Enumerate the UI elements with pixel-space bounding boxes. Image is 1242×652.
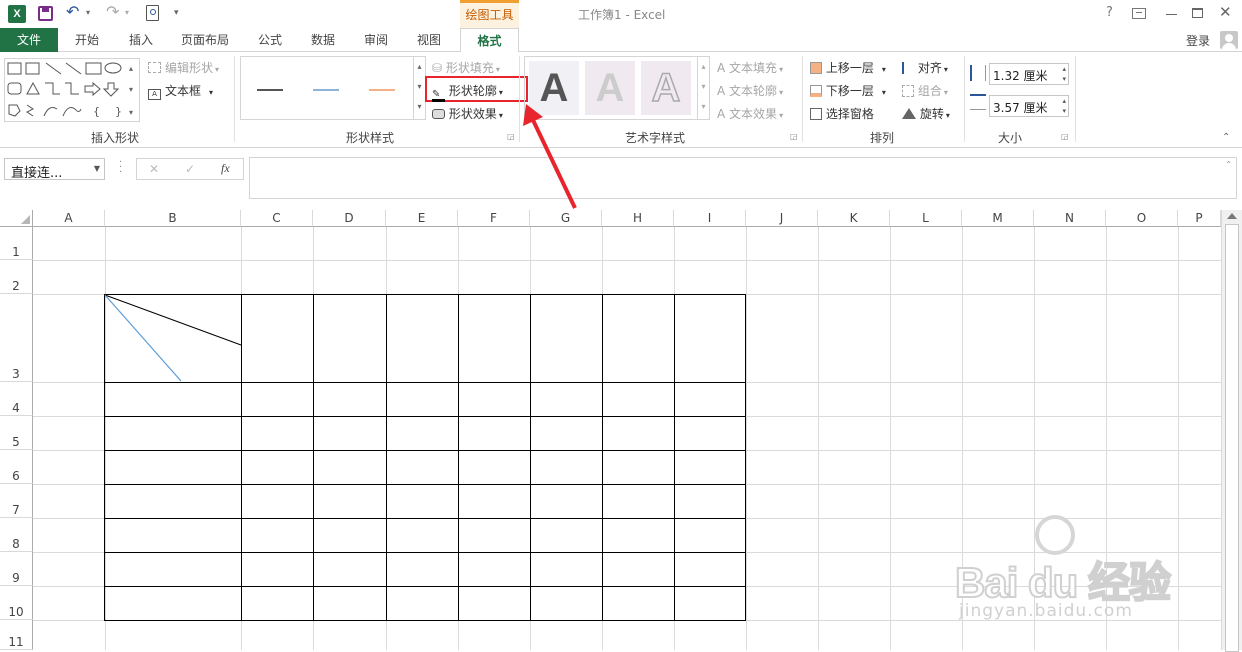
scroll-up-icon[interactable] xyxy=(1227,213,1237,219)
watermark-url: jingyan.baidu.com xyxy=(959,601,1133,621)
vertical-scrollbar[interactable] xyxy=(1221,210,1242,652)
scrollbar-thumb[interactable] xyxy=(1225,224,1239,652)
baidu-watermark: Bai du 经验 jingyan.baidu.com xyxy=(954,515,1215,625)
